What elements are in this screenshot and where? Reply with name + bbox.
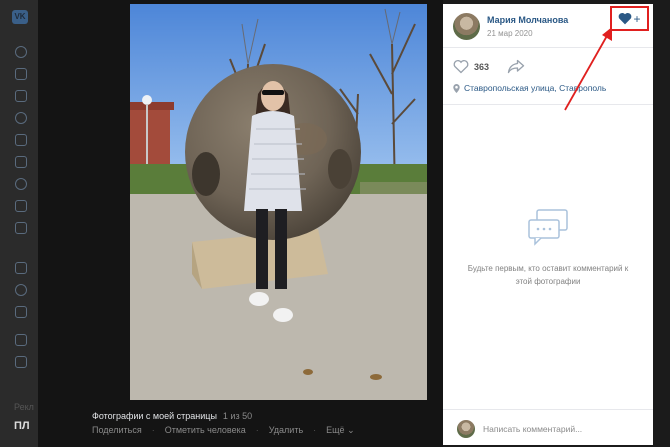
annotation-arrow <box>564 27 612 111</box>
author-name[interactable]: Мария Молчанова <box>487 15 568 25</box>
separator: · <box>151 425 155 435</box>
payments-nav-icon <box>15 284 27 296</box>
friends-nav-icon <box>15 112 27 124</box>
music-nav-icon <box>15 178 27 190</box>
pin-icon <box>453 83 460 93</box>
photo-actions: Поделиться · Отметить человека · Удалить… <box>92 425 355 436</box>
share-arrow-icon[interactable] <box>507 59 525 74</box>
heart-plus-icon <box>619 12 632 25</box>
vk-logo-icon: VK <box>12 10 28 24</box>
post-date[interactable]: 21 мар 2020 <box>487 29 533 38</box>
comment-composer <box>443 409 653 445</box>
more-link[interactable]: Ещё ⌄ <box>326 425 354 436</box>
news-nav-icon <box>15 68 27 80</box>
more-label: Ещё <box>326 425 345 435</box>
apps-nav-icon <box>15 262 27 274</box>
background-sidebar: VK <box>0 0 38 447</box>
likes-count: 363 <box>474 61 490 72</box>
profile-nav-icon <box>15 46 27 58</box>
chat-bubbles-icon <box>528 209 568 246</box>
photo-counter: 1 из 50 <box>222 411 253 421</box>
photo-image[interactable] <box>130 4 427 400</box>
video-nav-icon <box>15 200 27 212</box>
bookmarks-nav-icon <box>15 334 27 346</box>
communities-nav-icon <box>15 134 27 146</box>
separator: · <box>255 425 259 435</box>
divider <box>443 104 653 105</box>
panel-header: Мария Молчанова 21 мар 2020 + <box>443 4 653 48</box>
chevron-down-icon: ⌄ <box>347 425 355 435</box>
background-bottom-label: ПЛ <box>14 420 30 432</box>
market-nav-icon <box>15 306 27 318</box>
like-button[interactable]: 363 <box>453 59 489 74</box>
photo-viewer: Фотографии с моей страницы 1 из 50 Подели… <box>38 0 443 447</box>
heart-outline-icon <box>453 60 469 74</box>
separator: · <box>313 425 317 435</box>
user-avatar <box>457 420 475 438</box>
photo-caption: Фотографии с моей страницы 1 из 50 <box>92 411 252 421</box>
no-comments-message: Будьте первым, кто оставит комментарий к… <box>467 264 629 286</box>
delete-link[interactable]: Удалить <box>269 425 303 436</box>
photos-nav-icon <box>15 156 27 168</box>
messages-nav-icon <box>15 90 27 102</box>
games-nav-icon <box>15 222 27 234</box>
photo-info-panel: Мария Молчанова 21 мар 2020 + 363 Ставро… <box>443 4 653 445</box>
files-nav-icon <box>15 356 27 368</box>
background-ad-label: Рекл <box>14 402 34 412</box>
author-avatar[interactable] <box>453 13 480 40</box>
share-link[interactable]: Поделиться <box>92 425 142 436</box>
album-title[interactable]: Фотографии с моей страницы <box>92 411 217 421</box>
plus-icon: + <box>633 11 641 26</box>
tag-person-link[interactable]: Отметить человека <box>165 425 246 436</box>
comment-input[interactable] <box>483 420 643 438</box>
